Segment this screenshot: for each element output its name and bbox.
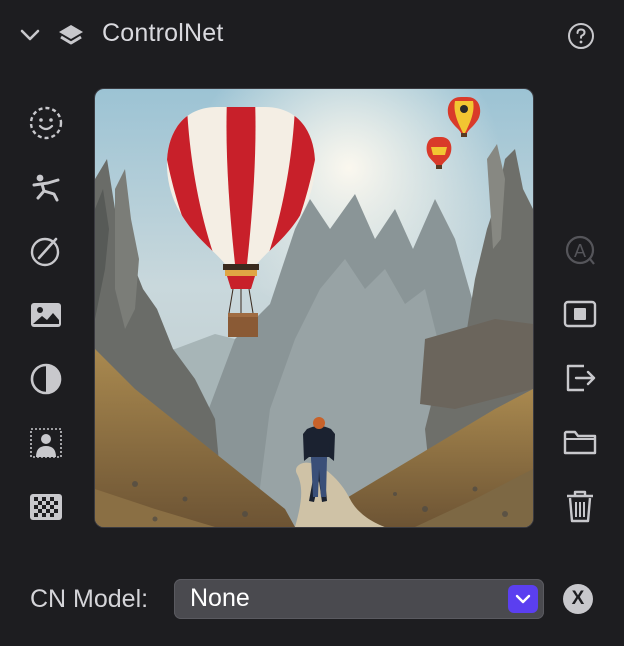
cn-model-value: None xyxy=(190,584,250,612)
trash-icon[interactable] xyxy=(560,486,600,526)
pose-icon[interactable] xyxy=(26,167,66,207)
hot-air-balloon-image xyxy=(95,89,533,527)
contrast-icon[interactable] xyxy=(26,359,66,399)
question-circle-icon[interactable] xyxy=(566,21,596,51)
edit-circle-icon[interactable] xyxy=(26,231,66,271)
person-mask-icon[interactable] xyxy=(26,423,66,463)
face-icon[interactable] xyxy=(26,103,66,143)
chevron-down-icon[interactable] xyxy=(18,24,42,46)
auto-annotate-icon: A xyxy=(560,230,600,270)
image-icon[interactable] xyxy=(26,295,66,335)
chevron-down-icon[interactable] xyxy=(508,585,538,613)
export-icon[interactable] xyxy=(560,358,600,398)
svg-text:A: A xyxy=(574,241,586,261)
layers-icon xyxy=(55,20,87,52)
cn-model-label: CN Model: xyxy=(30,585,149,613)
cn-model-select[interactable]: None xyxy=(174,579,544,619)
checkerboard-icon[interactable] xyxy=(26,487,66,527)
panel-header: ControlNet xyxy=(0,0,624,70)
fit-frame-icon[interactable] xyxy=(560,294,600,334)
panel-title: ControlNet xyxy=(102,19,224,47)
controlnet-image-canvas[interactable] xyxy=(94,88,534,528)
clear-model-button[interactable]: X xyxy=(563,584,593,614)
folder-icon[interactable] xyxy=(560,422,600,462)
